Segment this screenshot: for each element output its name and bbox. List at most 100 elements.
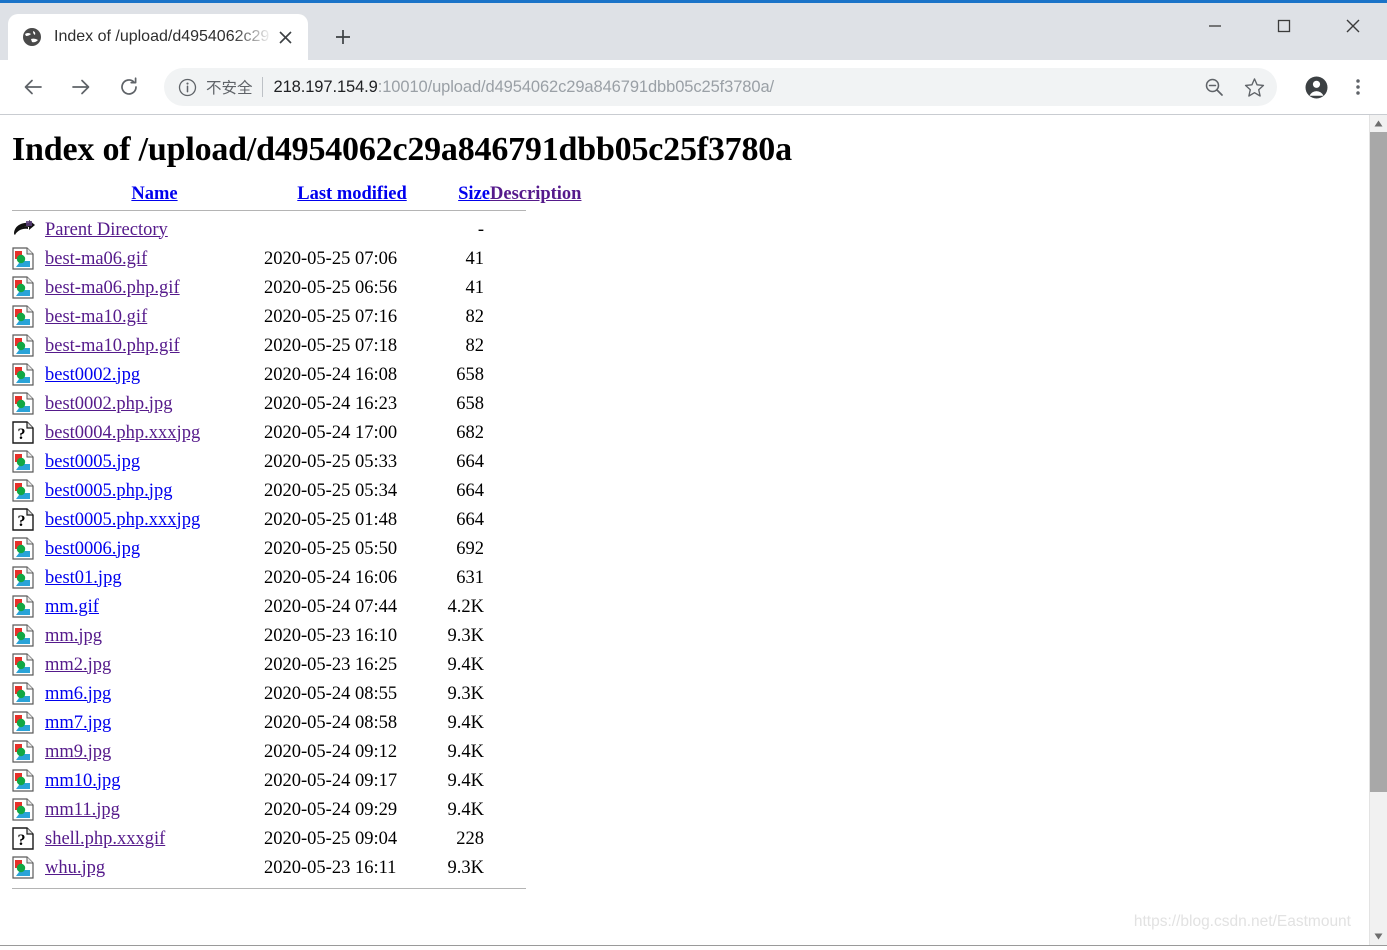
row-size-cell: 658 — [456, 364, 484, 385]
three-dot-menu-icon[interactable] — [1341, 70, 1375, 104]
svg-text:?: ? — [18, 426, 26, 443]
file-link[interactable]: mm7.jpg — [45, 713, 111, 733]
sort-by-description-link[interactable]: Description — [490, 184, 581, 204]
row-date-cell: 2020-05-25 05:33 — [264, 451, 398, 472]
address-bar[interactable]: 不安全 218.197.154.9:10010/upload/d4954062c… — [164, 68, 1277, 106]
zoom-out-icon[interactable] — [1197, 70, 1231, 104]
file-link[interactable]: best-ma06.php.gif — [45, 278, 180, 298]
file-link[interactable]: best-ma06.gif — [45, 249, 147, 269]
forward-button[interactable] — [62, 68, 100, 106]
table-row[interactable]: ? best0005.php.xxxjpg 2020-05-25 01:48 664 — [12, 506, 582, 535]
row-name-cell: mm10.jpg — [45, 767, 264, 796]
scrollbar-track[interactable] — [1370, 132, 1387, 928]
file-link[interactable]: mm.jpg — [45, 626, 102, 646]
row-date-cell: 2020-05-23 16:10 — [264, 625, 398, 646]
table-row[interactable]: mm.gif 2020-05-24 07:44 4.2K — [12, 593, 582, 622]
table-row[interactable]: best01.jpg 2020-05-24 16:06 631 — [12, 564, 582, 593]
sort-by-name-link[interactable]: Name — [131, 184, 177, 204]
table-row[interactable]: best0002.jpg 2020-05-24 16:08 658 — [12, 361, 582, 390]
table-row[interactable]: best-ma06.gif 2020-05-25 07:06 41 — [12, 245, 582, 274]
file-link[interactable]: shell.php.xxxgif — [45, 829, 165, 849]
file-link[interactable]: mm6.jpg — [45, 684, 111, 704]
file-link[interactable]: best0005.jpg — [45, 452, 140, 472]
back-button[interactable] — [14, 68, 52, 106]
file-link[interactable]: mm9.jpg — [45, 742, 111, 762]
row-date-cell: 2020-05-24 09:17 — [264, 770, 398, 791]
table-row[interactable]: whu.jpg 2020-05-23 16:11 9.3K — [12, 854, 582, 883]
row-size-cell: 664 — [456, 451, 484, 472]
row-date-cell: 2020-05-24 08:55 — [264, 683, 398, 704]
table-row[interactable]: mm.jpg 2020-05-23 16:10 9.3K — [12, 622, 582, 651]
file-link[interactable]: best0002.jpg — [45, 365, 140, 385]
table-row[interactable]: ? shell.php.xxxgif 2020-05-25 09:04 228 — [12, 825, 582, 854]
row-name-cell: best0002.jpg — [45, 361, 264, 390]
table-row[interactable]: best0005.jpg 2020-05-25 05:33 664 — [12, 448, 582, 477]
table-row[interactable]: best0006.jpg 2020-05-25 05:50 692 — [12, 535, 582, 564]
image-file-icon — [12, 798, 36, 822]
file-link[interactable]: best-ma10.gif — [45, 307, 147, 327]
table-row[interactable]: mm2.jpg 2020-05-23 16:25 9.4K — [12, 651, 582, 680]
maximize-button[interactable] — [1249, 3, 1318, 49]
row-size-cell: 658 — [456, 393, 484, 414]
file-link[interactable]: best0005.php.xxxjpg — [45, 510, 200, 530]
file-link[interactable]: mm.gif — [45, 597, 99, 617]
sort-by-size-link[interactable]: Size — [458, 184, 490, 204]
image-file-icon — [12, 537, 36, 561]
row-icon-cell: ? — [12, 419, 45, 448]
table-row[interactable]: best-ma06.php.gif 2020-05-25 06:56 41 — [12, 274, 582, 303]
close-window-button[interactable] — [1318, 3, 1387, 49]
new-tab-button[interactable] — [326, 20, 360, 54]
table-row[interactable]: best-ma10.gif 2020-05-25 07:16 82 — [12, 303, 582, 332]
file-link[interactable]: best-ma10.php.gif — [45, 336, 180, 356]
tab-strip: Index of /upload/d4954062c29 — [0, 3, 1387, 60]
scrollbar-thumb[interactable] — [1370, 132, 1387, 792]
row-icon-cell — [12, 796, 45, 825]
parent-directory-link[interactable]: Parent Directory — [45, 220, 168, 240]
table-row[interactable]: best0005.php.jpg 2020-05-25 05:34 664 — [12, 477, 582, 506]
scroll-up-button[interactable] — [1370, 115, 1387, 132]
table-row[interactable]: mm9.jpg 2020-05-24 09:12 9.4K — [12, 738, 582, 767]
scroll-down-button[interactable] — [1370, 928, 1387, 945]
info-circle-icon[interactable] — [176, 76, 198, 98]
back-arrow-icon — [12, 218, 36, 242]
watermark-text: https://blog.csdn.net/Eastmount — [1133, 913, 1351, 930]
file-link[interactable]: whu.jpg — [45, 858, 105, 878]
header-name: Name — [45, 184, 264, 205]
row-icon-cell — [12, 564, 45, 593]
file-link[interactable]: mm2.jpg — [45, 655, 111, 675]
table-row[interactable]: best-ma10.php.gif 2020-05-25 07:18 82 — [12, 332, 582, 361]
close-icon[interactable] — [272, 24, 298, 50]
row-description-cell — [490, 419, 582, 448]
file-link[interactable]: best01.jpg — [45, 568, 122, 588]
file-link[interactable]: mm11.jpg — [45, 800, 120, 820]
unknown-file-icon: ? — [12, 421, 36, 445]
parent-directory-row[interactable]: Parent Directory - — [12, 216, 582, 245]
file-link[interactable]: best0005.php.jpg — [45, 481, 172, 501]
file-link[interactable]: mm10.jpg — [45, 771, 121, 791]
row-name-cell: best0005.php.jpg — [45, 477, 264, 506]
minimize-button[interactable] — [1180, 3, 1249, 49]
table-row[interactable]: mm7.jpg 2020-05-24 08:58 9.4K — [12, 709, 582, 738]
file-link[interactable]: best0002.php.jpg — [45, 394, 172, 414]
file-link[interactable]: best0004.php.xxxjpg — [45, 423, 200, 443]
row-icon-cell: ? — [12, 506, 45, 535]
table-row[interactable]: ? best0004.php.xxxjpg 2020-05-24 17:00 682 — [12, 419, 582, 448]
table-row[interactable]: best0002.php.jpg 2020-05-24 16:23 658 — [12, 390, 582, 419]
reload-button[interactable] — [110, 68, 148, 106]
table-row[interactable]: mm11.jpg 2020-05-24 09:29 9.4K — [12, 796, 582, 825]
table-row[interactable]: mm6.jpg 2020-05-24 08:55 9.3K — [12, 680, 582, 709]
table-row[interactable]: mm10.jpg 2020-05-24 09:17 9.4K — [12, 767, 582, 796]
row-icon-cell — [12, 593, 45, 622]
file-link[interactable]: best0006.jpg — [45, 539, 140, 559]
header-description: Description — [490, 184, 582, 205]
browser-tab[interactable]: Index of /upload/d4954062c29 — [8, 14, 308, 60]
profile-icon[interactable] — [1299, 70, 1333, 104]
row-size-cell: 664 — [456, 509, 484, 530]
row-date-cell: 2020-05-23 16:11 — [264, 857, 397, 878]
url-path: :10010/upload/d4954062c29a846791dbb05c25… — [377, 77, 775, 96]
sort-by-date-link[interactable]: Last modified — [297, 184, 406, 204]
vertical-scrollbar[interactable] — [1369, 115, 1387, 945]
image-file-icon — [12, 334, 36, 358]
star-icon[interactable] — [1237, 70, 1271, 104]
table-header: Name Last modified Size Description — [12, 184, 582, 205]
